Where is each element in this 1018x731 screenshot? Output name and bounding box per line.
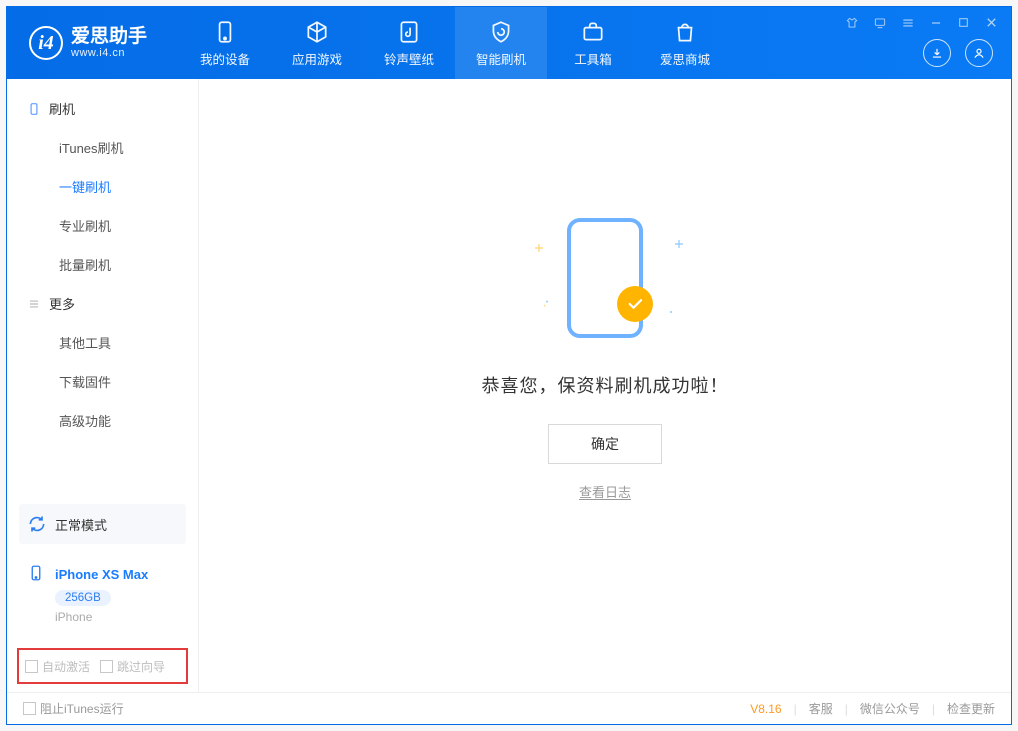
nav-item-batch[interactable]: 批量刷机 xyxy=(7,245,198,284)
close-icon[interactable] xyxy=(982,13,1001,35)
tab-ringtone[interactable]: 铃声壁纸 xyxy=(363,7,455,79)
checkbox-icon xyxy=(23,702,36,715)
app-window: i4 爱思助手 www.i4.cn 我的设备 应用游戏 铃声壁纸 智能刷机 xyxy=(6,6,1012,725)
checkbox-icon xyxy=(25,660,38,673)
menu-icon[interactable] xyxy=(899,14,917,35)
tab-apps[interactable]: 应用游戏 xyxy=(271,7,363,79)
window-controls xyxy=(843,13,1001,35)
device-card[interactable]: iPhone XS Max 256GB iPhone xyxy=(19,554,186,630)
checkbox-block-itunes[interactable]: 阻止iTunes运行 xyxy=(23,700,124,717)
header-actions xyxy=(923,39,993,67)
ok-button[interactable]: 确定 xyxy=(548,424,662,464)
sidebar: 刷机 iTunes刷机 一键刷机 专业刷机 批量刷机 更多 其他工具 下载固件 … xyxy=(7,79,199,692)
nav: 刷机 iTunes刷机 一键刷机 专业刷机 批量刷机 更多 其他工具 下载固件 … xyxy=(7,79,198,504)
check-badge-icon xyxy=(617,286,653,322)
options-highlight-box: 自动激活 跳过向导 xyxy=(17,648,188,684)
nav-group-more: 更多 xyxy=(7,284,198,323)
nav-item-advanced[interactable]: 高级功能 xyxy=(7,401,198,440)
device-panel: 正常模式 iPhone XS Max 256GB iPhone xyxy=(7,504,198,630)
success-illustration xyxy=(525,210,685,350)
footer-wechat-link[interactable]: 微信公众号 xyxy=(860,700,920,717)
capacity-badge: 256GB xyxy=(55,590,111,606)
list-icon xyxy=(27,297,41,311)
feedback-icon[interactable] xyxy=(871,14,889,35)
footer: 阻止iTunes运行 V8.16 | 客服 | 微信公众号 | 检查更新 xyxy=(7,692,1011,724)
maximize-icon[interactable] xyxy=(955,14,972,34)
tab-store[interactable]: 爱思商城 xyxy=(639,7,731,79)
checkbox-auto-activate[interactable]: 自动激活 xyxy=(25,658,90,675)
tab-toolbox[interactable]: 工具箱 xyxy=(547,7,639,79)
checkbox-icon xyxy=(100,660,113,673)
shirt-icon[interactable] xyxy=(843,14,861,35)
user-icon[interactable] xyxy=(965,39,993,67)
device-icon xyxy=(27,102,41,116)
nav-group-flash: 刷机 xyxy=(7,89,198,128)
minimize-icon[interactable] xyxy=(927,14,945,35)
sparkle-icon xyxy=(667,308,675,316)
main-content: 恭喜您，保资料刷机成功啦！ 确定 查看日志 xyxy=(199,79,1011,692)
header: i4 爱思助手 www.i4.cn 我的设备 应用游戏 铃声壁纸 智能刷机 xyxy=(7,7,1011,79)
bag-icon xyxy=(672,19,698,45)
nav-item-firmware[interactable]: 下载固件 xyxy=(7,362,198,401)
logo-icon: i4 xyxy=(29,26,63,60)
checkbox-skip-guide[interactable]: 跳过向导 xyxy=(100,658,165,675)
music-file-icon xyxy=(396,19,422,45)
logo: i4 爱思助手 www.i4.cn xyxy=(7,26,169,60)
nav-item-itunes[interactable]: iTunes刷机 xyxy=(7,128,198,167)
nav-item-other-tools[interactable]: 其他工具 xyxy=(7,323,198,362)
app-subtitle: www.i4.cn xyxy=(71,47,147,59)
body: 刷机 iTunes刷机 一键刷机 专业刷机 批量刷机 更多 其他工具 下载固件 … xyxy=(7,79,1011,692)
cube-icon xyxy=(304,19,330,45)
sparkle-icon xyxy=(675,240,683,248)
device-name: iPhone XS Max xyxy=(55,567,148,582)
nav-item-pro[interactable]: 专业刷机 xyxy=(7,206,198,245)
version-label: V8.16 xyxy=(750,702,781,716)
download-icon[interactable] xyxy=(923,39,951,67)
app-title: 爱思助手 xyxy=(71,27,147,48)
device-mode[interactable]: 正常模式 xyxy=(19,504,186,544)
shield-refresh-icon xyxy=(488,19,514,45)
footer-update-link[interactable]: 检查更新 xyxy=(947,700,995,717)
success-message: 恭喜您，保资料刷机成功啦！ xyxy=(482,372,729,398)
briefcase-icon xyxy=(580,19,606,45)
device-type: iPhone xyxy=(55,610,178,624)
phone-icon xyxy=(212,19,238,45)
footer-support-link[interactable]: 客服 xyxy=(809,700,833,717)
phone-small-icon xyxy=(27,564,47,584)
sync-icon xyxy=(27,514,47,534)
tab-my-device[interactable]: 我的设备 xyxy=(179,7,271,79)
tab-flash[interactable]: 智能刷机 xyxy=(455,7,547,79)
nav-item-oneclick[interactable]: 一键刷机 xyxy=(7,167,198,206)
main-tabs: 我的设备 应用游戏 铃声壁纸 智能刷机 工具箱 爱思商城 xyxy=(179,7,731,79)
view-log-link[interactable]: 查看日志 xyxy=(579,482,631,501)
sparkle-icon xyxy=(543,300,551,308)
sparkle-icon xyxy=(535,244,543,252)
